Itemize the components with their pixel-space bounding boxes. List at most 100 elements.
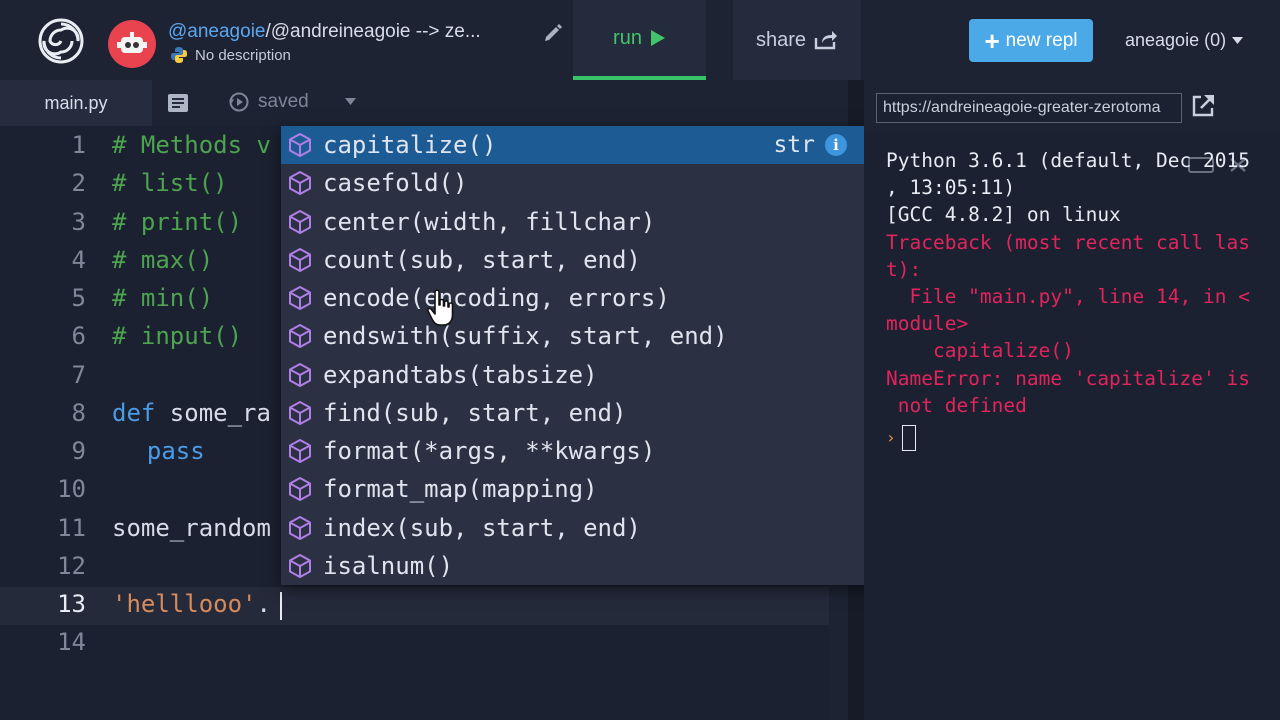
autocomplete-popup: capitalize() str i casefold() center(wid… <box>281 126 883 585</box>
repl-title[interactable]: @aneagoie/@andreineagoie --> ze... <box>168 21 481 43</box>
string-literal: 'helllooo' <box>112 590 257 618</box>
code-line-comment: # input() <box>112 322 243 350</box>
code-line-comment: # max() <box>112 246 214 274</box>
line-number: 9 <box>71 437 86 465</box>
console-line: , 13:05:11) <box>886 176 1016 199</box>
new-repl-button[interactable]: + new repl <box>969 19 1093 62</box>
function-name: some_ra <box>155 399 271 427</box>
save-status: saved <box>228 91 309 113</box>
method-cube-icon <box>289 516 311 540</box>
suggestion-label: count(sub, start, end) <box>323 246 641 274</box>
suggestion-item[interactable]: isalnum() <box>281 547 867 585</box>
run-button[interactable]: run <box>573 0 706 80</box>
console-error-line: Traceback (most recent call las <box>886 231 1250 254</box>
play-icon <box>650 30 665 46</box>
suggestion-item[interactable]: casefold() <box>281 164 867 202</box>
share-icon <box>814 31 838 50</box>
suggestion-item[interactable]: count(sub, start, end) <box>281 241 867 279</box>
method-cube-icon <box>289 324 311 348</box>
robot-icon <box>117 32 147 53</box>
hand-cursor-icon <box>426 289 454 326</box>
prompt-arrow-icon: › <box>886 428 896 447</box>
console-error-line: module> <box>886 312 969 335</box>
user-menu-label: aneagoie (0) <box>1125 30 1227 50</box>
save-status-label: saved <box>258 91 309 112</box>
caret-down-icon <box>1232 37 1244 44</box>
share-button[interactable]: share <box>733 0 861 80</box>
external-link-icon[interactable] <box>1190 93 1216 119</box>
code-line-comment: # min() <box>112 284 214 312</box>
info-icon[interactable]: i <box>825 134 847 156</box>
console-output[interactable]: Python 3.6.1 (default, Dec 2015 , 13:05:… <box>864 132 1280 720</box>
editor-tab-bar: main.py saved <box>0 80 848 126</box>
console-error-line: File "main.py", line 14, in < <box>886 285 1250 308</box>
line-number: 1 <box>71 131 86 159</box>
suggestion-label: format(*args, **kwargs) <box>323 437 656 465</box>
suggestion-item[interactable]: index(sub, start, end) <box>281 509 867 547</box>
suggestion-label: find(sub, start, end) <box>323 399 627 427</box>
line-number: 4 <box>71 246 86 274</box>
suggestion-item[interactable]: endswith(suffix, start, end) <box>281 317 867 355</box>
suggestion-label: endswith(suffix, start, end) <box>323 322 728 350</box>
suggestion-type: str <box>773 132 815 158</box>
suggestion-label: center(width, fillchar) <box>323 208 656 236</box>
line-number: 14 <box>57 628 86 656</box>
suggestion-item[interactable]: format(*args, **kwargs) <box>281 432 867 470</box>
chevron-down-icon[interactable] <box>345 98 356 105</box>
console-line: Python 3.6.1 (default, Dec 2015 <box>886 149 1250 172</box>
code-line-comment: # list() <box>112 169 228 197</box>
method-cube-icon <box>289 401 311 425</box>
code-line-pass: pass <box>118 437 205 465</box>
console-toolbar: https://andreineagoie-greater-zerotoma <box>864 80 1280 132</box>
method-cube-icon <box>289 133 311 157</box>
tab-main-py[interactable]: main.py <box>0 80 152 126</box>
console-error-line: not defined <box>886 394 1027 417</box>
method-cube-icon <box>289 210 311 234</box>
suggestion-item[interactable]: capitalize() str i <box>281 126 867 164</box>
method-cube-icon <box>289 286 311 310</box>
code-line-comment: # Methods v <box>112 131 271 159</box>
pencil-icon[interactable] <box>543 22 563 42</box>
console-prompt[interactable]: › <box>886 424 916 451</box>
dot-operator: . <box>256 590 271 618</box>
repl-owner[interactable]: @aneagoie <box>168 21 265 42</box>
line-number: 6 <box>71 322 86 350</box>
line-number: 2 <box>71 169 86 197</box>
line-number: 7 <box>71 361 86 389</box>
suggestion-item[interactable]: center(width, fillchar) <box>281 203 867 241</box>
suggestion-item[interactable]: encode(encoding, errors) <box>281 279 867 317</box>
new-repl-label: new repl <box>1005 29 1078 51</box>
code-line-call: some_random <box>112 514 271 542</box>
suggestion-label: format_map(mapping) <box>323 475 598 503</box>
console-cursor <box>901 424 916 451</box>
repl-avatar[interactable] <box>108 20 156 68</box>
run-label: run <box>613 26 642 49</box>
method-cube-icon <box>289 554 311 578</box>
suggestion-label: capitalize() <box>323 131 497 159</box>
line-number: 11 <box>57 514 86 542</box>
tab-label: main.py <box>44 92 108 113</box>
line-number: 5 <box>71 284 86 312</box>
code-line-comment: # print() <box>112 208 243 236</box>
suggestion-item[interactable]: find(sub, start, end) <box>281 394 867 432</box>
suggestion-label: index(sub, start, end) <box>323 514 641 542</box>
replit-logo-icon[interactable] <box>38 18 84 64</box>
suggestion-label: encode(encoding, errors) <box>323 284 670 312</box>
line-number: 10 <box>57 475 86 503</box>
repl-url-field[interactable]: https://andreineagoie-greater-zerotoma <box>876 93 1182 123</box>
console-error-line: NameError: name 'capitalize' is <box>886 367 1250 390</box>
suggestion-label: isalnum() <box>323 552 454 580</box>
console-line: [GCC 4.8.2] on linux <box>886 203 1121 226</box>
line-number: 3 <box>71 208 86 236</box>
method-cube-icon <box>289 248 311 272</box>
suggestion-item[interactable]: expandtabs(tabsize) <box>281 356 867 394</box>
python-icon <box>171 47 187 63</box>
history-icon <box>229 92 249 112</box>
repl-description[interactable]: No description <box>195 47 291 64</box>
console-error-line: t): <box>886 258 922 281</box>
line-number: 12 <box>57 552 86 580</box>
method-cube-icon <box>289 363 311 387</box>
files-icon[interactable] <box>167 93 189 113</box>
suggestion-item[interactable]: format_map(mapping) <box>281 470 867 508</box>
user-menu[interactable]: aneagoie (0) <box>1125 30 1244 51</box>
